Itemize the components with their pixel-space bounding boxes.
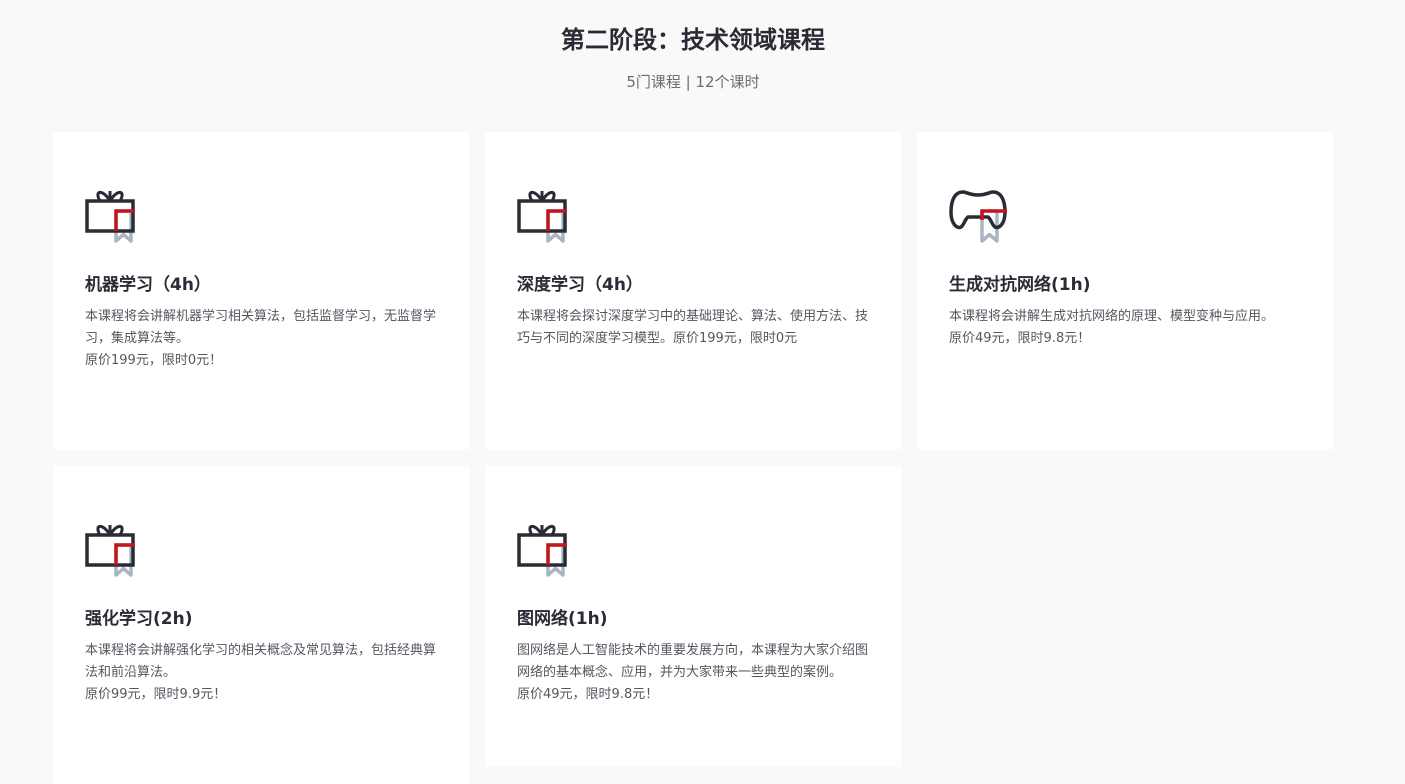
gift-bookmark-icon [85, 524, 135, 577]
course-description: 本课程将会讲解强化学习的相关概念及常见算法，包括经典算法和前沿算法。 [85, 643, 437, 680]
course-price: 原价199元，限时0元！ [85, 353, 223, 368]
gift-bookmark-icon [517, 524, 567, 577]
course-description: 本课程将会探讨深度学习中的基础理论、算法、使用方法、技巧与不同的深度学习模型。原… [517, 309, 869, 346]
course-title: 深度学习（4h） [517, 275, 643, 295]
course-description: 本课程将会讲解生成对抗网络的原理、模型变种与应用。 [949, 309, 1275, 324]
course-description: 本课程将会讲解机器学习相关算法，包括监督学习，无监督学习，集成算法等。 [85, 309, 437, 346]
gamepad-bookmark-icon [949, 190, 1007, 243]
page-subtitle: 5门课程 | 12个课时 [626, 73, 760, 91]
course-title: 生成对抗网络(1h) [949, 275, 1091, 295]
course-title: 图网络(1h) [517, 609, 608, 629]
course-card-machine-learning[interactable]: 机器学习（4h） 本课程将会讲解机器学习相关算法，包括监督学习，无监督学习，集成… [53, 132, 469, 450]
course-price: 原价49元，限时9.8元！ [517, 687, 659, 702]
course-card-gan[interactable]: 生成对抗网络(1h) 本课程将会讲解生成对抗网络的原理、模型变种与应用。 原价4… [917, 132, 1333, 450]
course-price: 原价49元，限时9.8元！ [949, 331, 1091, 346]
gift-bookmark-icon [85, 190, 135, 243]
course-price: 原价99元，限时9.9元！ [85, 687, 227, 702]
course-title: 强化学习(2h) [85, 609, 193, 629]
course-description: 图网络是人工智能技术的重要发展方向，本课程为大家介绍图网络的基本概念、应用，并为… [517, 643, 869, 680]
course-card-deep-learning[interactable]: 深度学习（4h） 本课程将会探讨深度学习中的基础理论、算法、使用方法、技巧与不同… [485, 132, 901, 450]
course-title: 机器学习（4h） [85, 275, 211, 295]
course-card-graph-network[interactable]: 图网络(1h) 图网络是人工智能技术的重要发展方向，本课程为大家介绍图网络的基本… [485, 466, 901, 767]
course-card-reinforcement-learning[interactable]: 强化学习(2h) 本课程将会讲解强化学习的相关概念及常见算法，包括经典算法和前沿… [53, 466, 469, 784]
page-title: 第二阶段：技术领域课程 [561, 26, 825, 54]
gift-bookmark-icon [517, 190, 567, 243]
